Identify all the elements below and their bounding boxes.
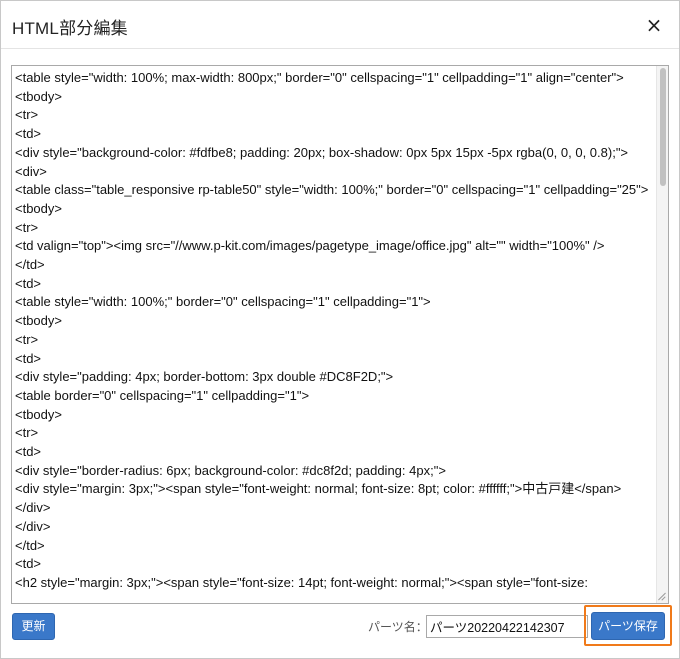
- code-line: <tbody>: [15, 200, 62, 216]
- code-line: <tbody>: [15, 313, 62, 329]
- code-line: <div style="margin: 3px;"><span style="f…: [15, 481, 622, 497]
- html-partial-edit-dialog: HTML部分編集 × <table style="width: 100%; ma…: [0, 0, 680, 659]
- code-line: <div>: [15, 163, 47, 179]
- dialog-title: HTML部分編集: [12, 19, 128, 38]
- code-line: <div style="padding: 4px; border-bottom:…: [15, 369, 394, 385]
- code-line: </div>: [15, 518, 51, 534]
- code-line: <tr>: [15, 331, 39, 347]
- code-line: <tbody>: [15, 88, 62, 104]
- parts-name-label: パーツ名：: [368, 620, 428, 634]
- code-textarea[interactable]: <table style="width: 100%; max-width: 80…: [12, 66, 656, 603]
- code-line: <tr>: [15, 219, 39, 235]
- code-line: <tbody>: [15, 406, 62, 422]
- code-line: <td valign="top"><img src="//www.p-kit.c…: [15, 238, 605, 254]
- code-line: <tr>: [15, 107, 39, 123]
- resize-handle-icon[interactable]: [656, 590, 668, 602]
- code-line: </td>: [15, 257, 45, 273]
- code-line: </td>: [15, 537, 45, 553]
- dialog-header: HTML部分編集 ×: [1, 1, 679, 49]
- scrollbar-thumb[interactable]: [660, 68, 666, 186]
- save-parts-button[interactable]: パーツ保存: [591, 612, 665, 640]
- code-line: <td>: [15, 444, 42, 460]
- code-line: <h2 style="margin: 3px;"><span style="fo…: [15, 574, 588, 590]
- vertical-scrollbar[interactable]: [656, 66, 668, 603]
- code-line: <td>: [15, 126, 42, 142]
- code-line: <table border="0" cellspacing="1" cellpa…: [15, 387, 310, 403]
- code-line: <table class="table_responsive rp-table5…: [15, 182, 649, 198]
- code-line: </div>: [15, 500, 51, 516]
- code-line: <td>: [15, 556, 42, 572]
- close-icon[interactable]: ×: [644, 15, 664, 35]
- parts-name-input[interactable]: [426, 615, 588, 638]
- code-line: <tr>: [15, 425, 39, 441]
- code-line: <td>: [15, 275, 42, 291]
- code-line: <div style="border-radius: 6px; backgrou…: [15, 462, 446, 478]
- update-button[interactable]: 更新: [12, 613, 55, 640]
- html-code-editor[interactable]: <table style="width: 100%; max-width: 80…: [11, 65, 669, 604]
- code-line: <table style="width: 100%;" border="0" c…: [15, 294, 431, 310]
- code-line: <td>: [15, 350, 42, 366]
- code-line: <table style="width: 100%; max-width: 80…: [15, 70, 624, 85]
- code-line: <div style="background-color: #fdfbe8; p…: [15, 144, 629, 160]
